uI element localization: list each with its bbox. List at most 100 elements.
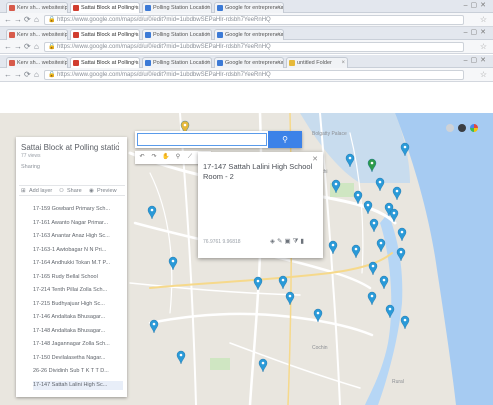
hand-icon[interactable]: ✋ (161, 153, 171, 162)
tab-close-icon[interactable]: × (133, 30, 137, 40)
browser-tab[interactable]: Sattai Block at Polling s... × (70, 2, 140, 13)
paint-icon[interactable]: ◈ (270, 238, 277, 245)
layer-item[interactable]: 17-164 Andhukki Tokan M.T P... (33, 259, 123, 268)
layer-item[interactable]: 17-161 Awanto Nagar Primar... (33, 219, 123, 228)
more-vert-icon[interactable]: ⋮ (114, 141, 123, 152)
window-controls-icon[interactable]: –▢✕ (464, 28, 489, 36)
home-icon[interactable]: ⌂ (34, 15, 39, 25)
url-input[interactable]: 🔒 https://www.google.com/maps/d/u/0/edit?… (44, 70, 464, 80)
map-title[interactable]: Sattai Block at Polling station map (21, 143, 119, 152)
user-avatar-icon[interactable] (458, 124, 466, 132)
layer-item[interactable]: 17-165 Rudy Bellal School (33, 273, 123, 282)
browser-tab[interactable]: Google for entrepreneurs ...× (214, 2, 284, 13)
url-input[interactable]: 🔒 https://www.google.com/maps/d/u/0/edit?… (44, 42, 464, 52)
map-pin-marker[interactable] (253, 276, 263, 291)
redo-icon[interactable]: ↷ (149, 153, 159, 162)
reload-icon[interactable]: ⟳ (24, 70, 31, 80)
forward-icon[interactable]: → (14, 15, 22, 25)
layer-item[interactable]: 17-150 Devilalasetha Nagar... (33, 354, 123, 363)
layer-item[interactable]: 17-148 Jagannagar Zolla Sch... (33, 340, 123, 349)
layer-item[interactable]: 26-26 Dividinh Sub T K T T D... (33, 367, 123, 376)
search-input[interactable] (137, 133, 267, 146)
share-icon[interactable]: ⚇ (59, 188, 64, 194)
forward-icon[interactable]: → (14, 42, 22, 52)
map-pin-marker[interactable] (376, 238, 386, 253)
delete-icon[interactable]: ▮ (300, 238, 306, 245)
map-pin-marker[interactable] (149, 319, 159, 334)
browser-tab[interactable]: Google for entrepreneurs ...× (214, 29, 284, 40)
layer-item[interactable]: 17-159 Gowbard Primary Sch... (33, 205, 123, 214)
browser-tab[interactable]: Polling Station Location ... × (142, 29, 212, 40)
back-icon[interactable]: ← (4, 70, 12, 80)
back-icon[interactable]: ← (4, 42, 12, 52)
home-icon[interactable]: ⌂ (34, 70, 39, 80)
map-pin-marker[interactable] (176, 350, 186, 365)
home-icon[interactable]: ⌂ (34, 42, 39, 52)
add-layer-icon[interactable]: ⊞ (21, 188, 26, 194)
layer-item[interactable]: 17-215 Budhyajuar High Sc... (33, 300, 123, 309)
map-pin-marker[interactable] (369, 218, 379, 233)
map-pin-marker[interactable] (368, 261, 378, 276)
tab-close-icon[interactable]: × (277, 3, 281, 13)
layer-item[interactable]: 17-163 Anantar Anaz High Sc... (33, 232, 123, 241)
map-pin-marker[interactable] (397, 227, 407, 242)
tab-close-icon[interactable]: × (277, 58, 281, 68)
map-pin-marker[interactable] (392, 186, 402, 201)
map-pin-marker[interactable] (278, 275, 288, 290)
map-pin-marker[interactable] (379, 275, 389, 290)
marker-icon[interactable]: ⚲ (173, 153, 183, 162)
tab-close-icon[interactable]: × (341, 58, 345, 68)
layer-item[interactable]: 17-146 Andaltaka Bhusagar... (33, 313, 123, 322)
search-button[interactable]: ⚲ (268, 131, 302, 148)
forward-icon[interactable]: → (14, 70, 22, 80)
close-icon[interactable]: ✕ (312, 155, 318, 163)
add-layer-button[interactable]: Add layer (29, 188, 52, 194)
tab-close-icon[interactable]: × (133, 3, 137, 13)
back-icon[interactable]: ← (4, 15, 12, 25)
tab-close-icon[interactable]: × (205, 30, 209, 40)
window-controls-icon[interactable]: –▢✕ (464, 56, 489, 64)
tab-close-icon[interactable]: × (277, 30, 281, 40)
line-icon[interactable]: ⟋ (185, 153, 195, 162)
map-pin-marker[interactable] (400, 315, 410, 330)
tab-close-icon[interactable]: × (61, 30, 65, 40)
browser-tab[interactable]: Sattai Block at Polling s... × (70, 29, 140, 40)
layer-item[interactable]: 17-163-1 Awtobagar N N Pri... (33, 246, 123, 255)
map-pin-marker[interactable] (375, 177, 385, 192)
layer-item[interactable]: 17-148 Andaltaka Bhusagar... (33, 327, 123, 336)
window-controls-icon[interactable]: –▢✕ (464, 1, 489, 9)
map-pin-marker[interactable] (147, 205, 157, 220)
photo-icon[interactable]: ▣ (284, 238, 292, 245)
map-pin-marker[interactable] (258, 358, 268, 373)
browser-tab[interactable]: untitled Folder × (286, 57, 348, 68)
map-settings-icon[interactable] (446, 124, 454, 132)
browser-tab[interactable]: Google for entrepreneurs ...× (214, 57, 284, 68)
reload-icon[interactable]: ⟳ (24, 15, 31, 25)
browser-tab[interactable]: Polling Station Location ... × (142, 57, 212, 68)
preview-button[interactable]: Preview (97, 188, 117, 194)
tab-close-icon[interactable]: × (61, 3, 65, 13)
url-input[interactable]: 🔒 https://www.google.com/maps/d/u/0/edit?… (44, 15, 464, 25)
bookmark-star-icon[interactable]: ☆ (480, 15, 487, 25)
share-button[interactable]: Share (67, 188, 82, 194)
tab-close-icon[interactable]: × (205, 58, 209, 68)
map-pin-marker[interactable] (168, 256, 178, 271)
reload-icon[interactable]: ⟳ (24, 42, 31, 52)
map-pin-marker[interactable] (367, 291, 377, 306)
layer-item[interactable]: 17-147 Sattah Lalini High Sc... (33, 380, 123, 390)
tab-close-icon[interactable]: × (61, 58, 65, 68)
browser-tab[interactable]: Sattai Block at Polling s... × (70, 57, 140, 68)
map-pin-marker[interactable] (363, 200, 373, 215)
preview-icon[interactable]: ◉ (89, 188, 94, 194)
bookmark-star-icon[interactable]: ☆ (480, 42, 487, 52)
map-pin-marker[interactable] (285, 291, 295, 306)
layer-item[interactable]: 17-214 Tenth Pillai Zolla Sch... (33, 286, 123, 295)
browser-tab[interactable]: Kerv sh... websites.pdf × (6, 57, 68, 68)
google-account-icon[interactable] (470, 124, 478, 132)
browser-tab[interactable]: Kerv sh... websites.pdf × (6, 29, 68, 40)
map-pin-marker[interactable] (351, 244, 361, 259)
undo-icon[interactable]: ↶ (137, 153, 147, 162)
tab-close-icon[interactable]: × (133, 58, 137, 68)
tab-close-icon[interactable]: × (205, 3, 209, 13)
browser-tab[interactable]: Polling Station Location ... × (142, 2, 212, 13)
